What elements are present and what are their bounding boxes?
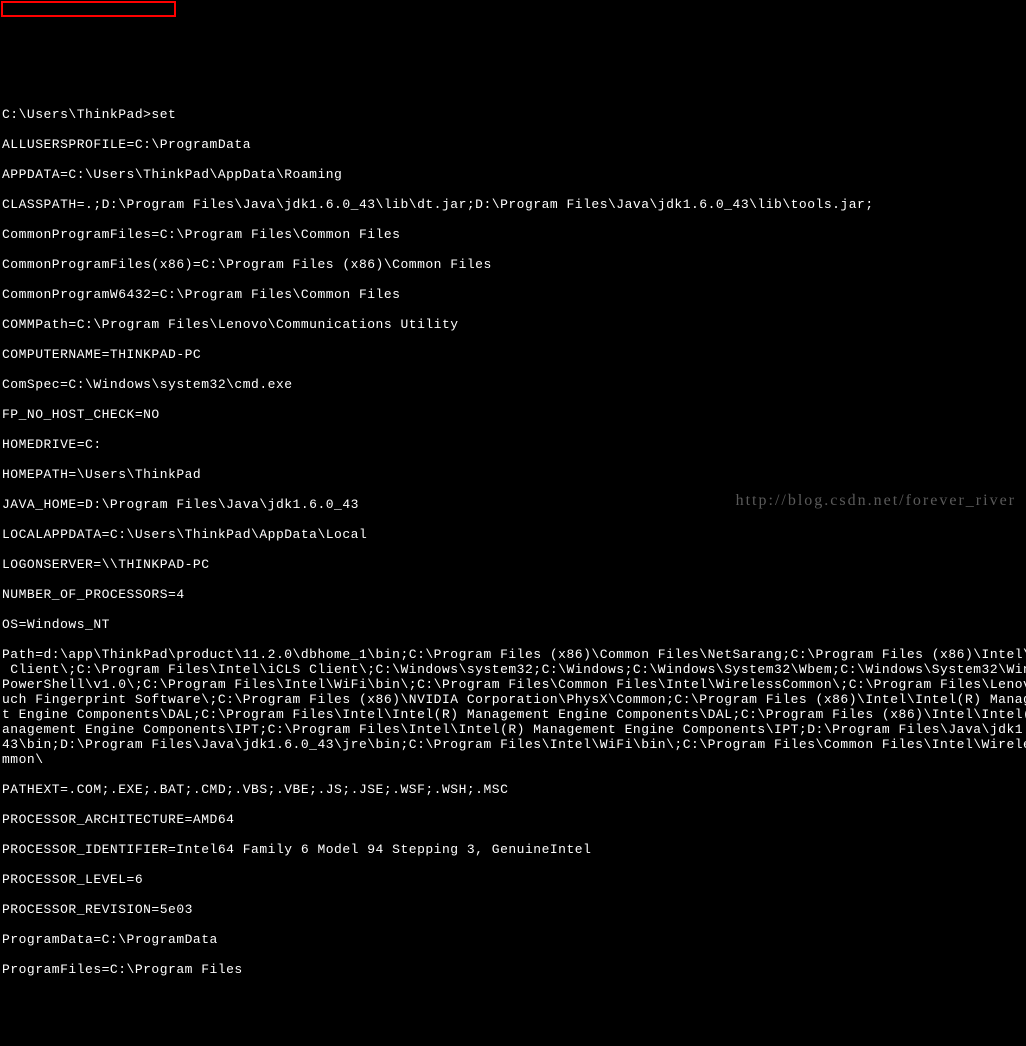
env-var-line: PATHEXT=.COM;.EXE;.BAT;.CMD;.VBS;.VBE;.J… — [2, 782, 1024, 797]
env-var-line: HOMEDRIVE=C: — [2, 437, 1024, 452]
env-var-line: NUMBER_OF_PROCESSORS=4 — [2, 587, 1024, 602]
env-var-line: ALLUSERSPROFILE=C:\ProgramData — [2, 137, 1024, 152]
env-var-line: COMPUTERNAME=THINKPAD-PC — [2, 347, 1024, 362]
env-var-line: CommonProgramFiles(x86)=C:\Program Files… — [2, 257, 1024, 272]
env-var-line: APPDATA=C:\Users\ThinkPad\AppData\Roamin… — [2, 167, 1024, 182]
env-var-line: LOCALAPPDATA=C:\Users\ThinkPad\AppData\L… — [2, 527, 1024, 542]
terminal-output: C:\Users\ThinkPad>set ALLUSERSPROFILE=C:… — [0, 90, 1026, 994]
env-var-line: LOGONSERVER=\\THINKPAD-PC — [2, 557, 1024, 572]
env-var-line: COMMPath=C:\Program Files\Lenovo\Communi… — [2, 317, 1024, 332]
env-var-line: PROCESSOR_REVISION=5e03 — [2, 902, 1024, 917]
env-var-line: PROCESSOR_LEVEL=6 — [2, 872, 1024, 887]
watermark-text: http://blog.csdn.net/forever_river — [736, 493, 1016, 508]
env-var-line: ProgramData=C:\ProgramData — [2, 932, 1024, 947]
env-var-line: PROCESSOR_ARCHITECTURE=AMD64 — [2, 812, 1024, 827]
command-highlight-box — [1, 1, 176, 17]
env-var-line: CommonProgramFiles=C:\Program Files\Comm… — [2, 227, 1024, 242]
env-var-line: ProgramFiles=C:\Program Files — [2, 962, 1024, 977]
env-var-line: FP_NO_HOST_CHECK=NO — [2, 407, 1024, 422]
env-var-line: HOMEPATH=\Users\ThinkPad — [2, 467, 1024, 482]
env-var-line: OS=Windows_NT — [2, 617, 1024, 632]
command-prompt-line: C:\Users\ThinkPad>set — [2, 107, 1024, 122]
env-var-line: ComSpec=C:\Windows\system32\cmd.exe — [2, 377, 1024, 392]
env-var-line: CommonProgramW6432=C:\Program Files\Comm… — [2, 287, 1024, 302]
env-var-path-line: Path=d:\app\ThinkPad\product\11.2.0\dbho… — [2, 647, 1024, 767]
env-var-line: PROCESSOR_IDENTIFIER=Intel64 Family 6 Mo… — [2, 842, 1024, 857]
env-var-line: CLASSPATH=.;D:\Program Files\Java\jdk1.6… — [2, 197, 1024, 212]
